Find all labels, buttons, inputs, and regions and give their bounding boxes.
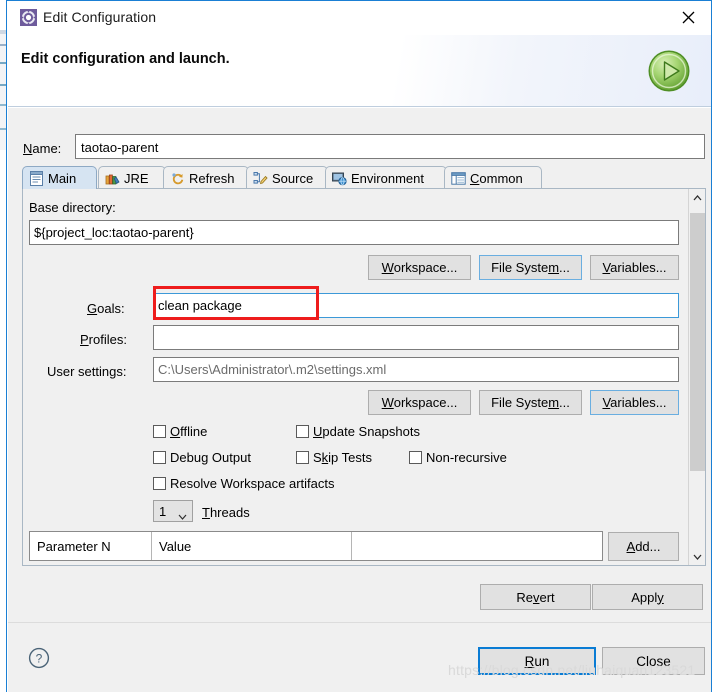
chevron-down-icon xyxy=(178,508,187,523)
checkbox-label: Skip Tests xyxy=(313,450,373,465)
add-parameter-button[interactable]: Add... xyxy=(608,532,679,561)
checkbox-non-recursive[interactable]: Non-recursive xyxy=(409,450,507,465)
checkbox-label: Offline xyxy=(170,424,208,439)
title-bar: Edit Configuration xyxy=(7,1,711,35)
tab-environment[interactable]: Environment xyxy=(325,166,447,189)
checkbox-label: Non-recursive xyxy=(426,450,507,465)
threads-dropdown[interactable]: 1 xyxy=(153,500,193,522)
tab-common[interactable]: Common xyxy=(444,166,542,189)
jre-tab-icon xyxy=(105,171,120,186)
scrollbar-thumb[interactable] xyxy=(690,213,705,471)
button-label: Add... xyxy=(626,539,661,554)
threads-value: 1 xyxy=(159,503,167,519)
goals-input[interactable]: clean package xyxy=(153,293,679,318)
refresh-tab-icon xyxy=(170,171,185,186)
tab-label: Main xyxy=(48,170,77,186)
help-question-icon[interactable]: ? xyxy=(28,647,50,669)
tab-label: Source xyxy=(272,170,314,186)
checkbox-resolve-workspace-artifacts[interactable]: Resolve Workspace artifacts xyxy=(153,476,335,491)
base-directory-variables-button[interactable]: Variables... xyxy=(590,255,679,280)
tab-source[interactable]: Source xyxy=(246,166,328,189)
tab-main[interactable]: Main xyxy=(22,166,97,189)
checkbox-skip-tests[interactable]: Skip Tests xyxy=(296,450,372,465)
parameter-value-column-header: Value xyxy=(152,532,352,560)
window-title: Edit Configuration xyxy=(43,9,157,25)
tab-label: JRE xyxy=(124,170,149,186)
button-label: Variables... xyxy=(602,260,667,275)
scroll-up-arrow-icon[interactable] xyxy=(689,189,705,206)
edit-configuration-dialog: Edit Configuration Edit configuration an… xyxy=(6,0,712,692)
checkbox-offline[interactable]: Offline xyxy=(153,424,207,439)
base-directory-label: Base directory: xyxy=(29,200,116,215)
dialog-header: Edit configuration and launch. xyxy=(8,35,711,107)
checkbox-box[interactable] xyxy=(153,451,166,464)
parameter-extra-column-header xyxy=(352,532,602,560)
main-tab-icon xyxy=(29,170,44,186)
profiles-label: Profiles: xyxy=(80,332,127,347)
vertical-scrollbar[interactable] xyxy=(688,189,705,565)
base-directory-input[interactable]: ${project_loc:taotao-parent} xyxy=(29,220,679,245)
button-label: Variables... xyxy=(602,395,667,410)
checkbox-box[interactable] xyxy=(296,451,309,464)
checkbox-label: Resolve Workspace artifacts xyxy=(170,476,335,491)
watermark-text: https://blog.csdn.net/liuhaiquan123521 xyxy=(448,662,696,678)
checkbox-box[interactable] xyxy=(153,425,166,438)
checkbox-label: Update Snapshots xyxy=(313,424,420,439)
profiles-input[interactable] xyxy=(153,325,679,350)
common-tab-icon xyxy=(451,171,466,186)
revert-button[interactable]: Revert xyxy=(480,584,591,610)
tab-bar: Main JRE Refresh Source Environment Comm… xyxy=(22,166,706,189)
run-play-icon xyxy=(646,48,692,94)
user-settings-input[interactable]: C:\Users\Administrator\.m2\settings.xml xyxy=(153,357,679,382)
environment-tab-icon xyxy=(332,171,347,186)
button-label: Workspace... xyxy=(381,395,458,410)
tab-label: Environment xyxy=(351,170,424,186)
tab-label: Common xyxy=(470,170,523,186)
page-title: Edit configuration and launch. xyxy=(21,51,230,67)
tab-jre[interactable]: JRE xyxy=(98,166,166,189)
button-label: Revert xyxy=(516,589,555,605)
base-directory-file-system-button[interactable]: File System... xyxy=(479,255,582,280)
user-settings-file-system-button[interactable]: File System... xyxy=(479,390,582,415)
scroll-down-arrow-icon[interactable] xyxy=(689,548,705,565)
tab-refresh[interactable]: Refresh xyxy=(163,166,249,189)
name-input[interactable]: taotao-parent xyxy=(75,134,705,159)
checkbox-update-snapshots[interactable]: Update Snapshots xyxy=(296,424,420,439)
button-label: Apply xyxy=(631,589,664,605)
svg-text:?: ? xyxy=(36,652,43,666)
apply-button[interactable]: Apply xyxy=(592,584,703,610)
checkbox-debug-output[interactable]: Debug Output xyxy=(153,450,251,465)
parameter-name-column-header: Parameter N xyxy=(30,532,152,560)
tab-label: Refresh xyxy=(189,170,235,186)
button-label: Workspace... xyxy=(381,260,458,275)
button-label: File System... xyxy=(491,260,570,275)
gear-icon xyxy=(20,9,37,26)
checkbox-box[interactable] xyxy=(153,477,166,490)
user-settings-workspace-button[interactable]: Workspace... xyxy=(368,390,471,415)
user-settings-variables-button[interactable]: Variables... xyxy=(590,390,679,415)
threads-label: Threads xyxy=(202,505,250,520)
base-directory-workspace-button[interactable]: Workspace... xyxy=(368,255,471,280)
checkbox-box[interactable] xyxy=(296,425,309,438)
checkbox-box[interactable] xyxy=(409,451,422,464)
button-label: File System... xyxy=(491,395,570,410)
name-label: Name: xyxy=(23,141,62,156)
checkbox-label: Debug Output xyxy=(170,450,251,465)
user-settings-label: User settings: xyxy=(47,364,127,379)
close-icon[interactable] xyxy=(665,1,711,34)
parameter-table[interactable]: Parameter N Value xyxy=(29,531,603,561)
goals-label: Goals: xyxy=(87,301,125,316)
source-tab-icon xyxy=(253,171,268,186)
